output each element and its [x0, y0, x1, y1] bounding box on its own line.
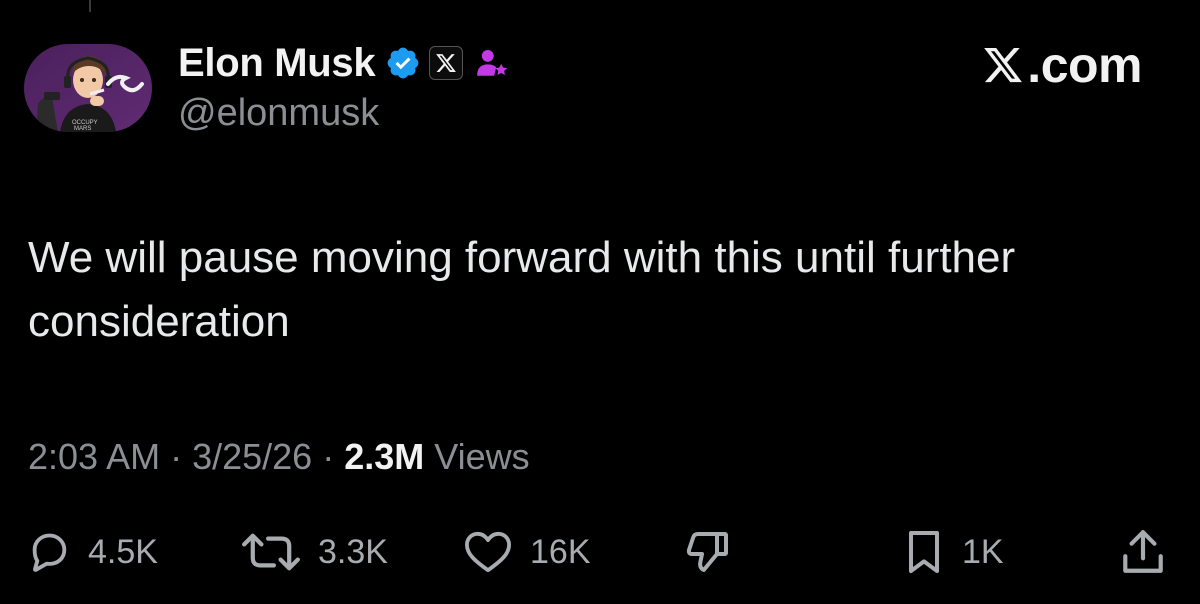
- brand-text: .com: [1027, 37, 1142, 93]
- svg-text:MARS: MARS: [74, 126, 91, 132]
- bookmark-icon: [909, 531, 939, 573]
- dislike-button[interactable]: [682, 528, 732, 576]
- views-count: 2.3M: [344, 436, 425, 477]
- avatar-image: OCCUPY MARS: [24, 44, 152, 132]
- reply-count: 4.5K: [88, 532, 158, 571]
- reply-icon: [32, 533, 67, 572]
- x-com-watermark: .com: [981, 36, 1142, 94]
- x-logo-icon: [984, 47, 1023, 83]
- like-button[interactable]: 16K: [462, 528, 591, 576]
- tweet-date[interactable]: 3/25/26: [192, 436, 312, 478]
- repost-icon: [242, 533, 300, 571]
- person-star-icon[interactable]: [475, 45, 509, 81]
- share-icon: [1123, 530, 1163, 573]
- tweet-text: We will pause moving forward with this u…: [28, 233, 1016, 346]
- heart-icon: [464, 531, 511, 573]
- verified-badge-icon[interactable]: [385, 45, 421, 81]
- tweet-meta: 2:03 AM · 3/25/26 · 2.3M Views: [28, 436, 530, 478]
- share-button[interactable]: [1120, 528, 1166, 576]
- bookmark-button[interactable]: 1K: [902, 528, 1004, 576]
- views-label: Views: [434, 436, 530, 477]
- author-handle[interactable]: @elonmusk: [178, 92, 379, 135]
- thumbs-down-icon: [686, 532, 728, 572]
- repost-count: 3.3K: [318, 532, 388, 571]
- x-logo-icon: [436, 54, 457, 72]
- x-affiliate-badge-icon[interactable]: [429, 46, 464, 80]
- separator: ·: [312, 436, 345, 477]
- bookmark-count: 1K: [962, 532, 1004, 571]
- tweet-time[interactable]: 2:03 AM: [28, 436, 160, 478]
- avatar[interactable]: OCCUPY MARS: [24, 44, 152, 132]
- author-name[interactable]: Elon Musk: [178, 41, 376, 86]
- separator: ·: [160, 436, 193, 477]
- reply-button[interactable]: 4.5K: [26, 528, 158, 576]
- repost-button[interactable]: 3.3K: [240, 528, 388, 576]
- thread-line: [89, 0, 91, 12]
- author-row: Elon Musk: [178, 38, 509, 88]
- like-count: 16K: [530, 532, 591, 571]
